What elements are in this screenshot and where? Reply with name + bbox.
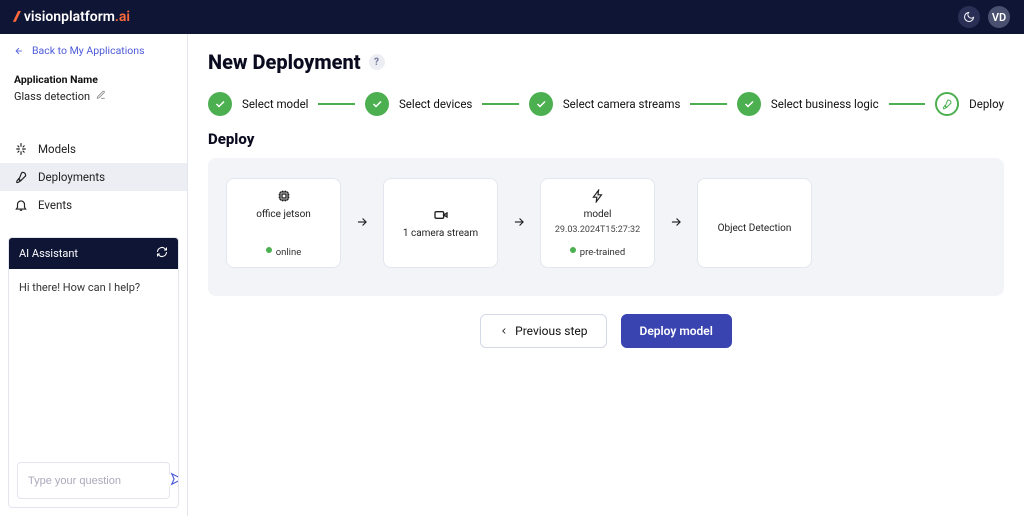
arrow-right-icon [508, 214, 530, 233]
step-connector [889, 103, 925, 105]
arrow-left-icon [14, 46, 24, 56]
ai-assistant-input-wrap [17, 462, 170, 499]
bell-icon [14, 198, 28, 212]
help-button[interactable]: ? [369, 54, 385, 70]
pencil-icon [96, 90, 106, 100]
send-button[interactable] [170, 471, 179, 490]
cpu-icon [276, 188, 292, 204]
sidebar: Back to My Applications Application Name… [0, 34, 188, 516]
check-icon [208, 92, 232, 116]
application-name-label: Application Name [14, 73, 173, 86]
topbar: // visionplatform.ai VD [0, 0, 1024, 34]
business-logic-name: Object Detection [718, 223, 792, 234]
ai-assistant-greeting: Hi there! How can I help? [19, 281, 140, 294]
model-status: pre-trained [580, 247, 625, 258]
step-select-camera-streams[interactable]: Select camera streams [529, 92, 681, 116]
page-title-row: New Deployment ? [208, 50, 1004, 74]
check-icon [365, 92, 389, 116]
step-deploy[interactable]: Deploy [935, 92, 1004, 116]
step-connector [318, 103, 354, 105]
step-label: Select camera streams [563, 97, 681, 111]
brand-logo[interactable]: // visionplatform.ai [14, 9, 130, 25]
step-select-devices[interactable]: Select devices [365, 92, 472, 116]
device-status: online [276, 247, 302, 258]
application-name-value: Glass detection [14, 90, 90, 103]
previous-step-label: Previous step [515, 324, 587, 338]
status-dot-icon [570, 247, 576, 253]
question-icon: ? [374, 57, 379, 68]
step-label: Select model [242, 97, 308, 111]
topbar-right: VD [958, 6, 1010, 28]
theme-toggle-button[interactable] [958, 6, 980, 28]
chevron-left-icon [499, 326, 509, 336]
ai-assistant-title: AI Assistant [19, 247, 78, 260]
ai-assistant-header: AI Assistant [9, 238, 178, 269]
stream-count: 1 camera stream [403, 228, 478, 239]
page-title: New Deployment [208, 50, 361, 74]
rocket-icon [14, 170, 28, 184]
check-icon [529, 92, 553, 116]
section-title: Deploy [208, 130, 1004, 148]
step-label: Select business logic [771, 97, 879, 111]
step-connector [690, 103, 726, 105]
send-icon [170, 472, 179, 486]
deploy-model-button[interactable]: Deploy model [621, 314, 732, 348]
brand-slashes-icon: // [14, 9, 18, 25]
avatar[interactable]: VD [988, 6, 1010, 28]
model-timestamp: 29.03.2024T15:27:32 [555, 225, 640, 235]
arrow-right-icon [351, 214, 373, 233]
stepper: Select model Select devices Select camer… [208, 92, 1004, 116]
brand-name: visionplatform [24, 9, 115, 25]
deploy-summary-stage: office jetson online 1 camera stream mod… [208, 158, 1004, 296]
step-select-business-logic[interactable]: Select business logic [737, 92, 879, 116]
sidebar-item-deployments[interactable]: Deployments [0, 163, 187, 191]
step-label: Deploy [969, 97, 1004, 111]
sidebar-item-label: Deployments [38, 170, 105, 184]
sidebar-item-models[interactable]: Models [0, 135, 187, 163]
step-select-model[interactable]: Select model [208, 92, 308, 116]
arrow-right-icon [665, 214, 687, 233]
sidebar-item-label: Events [38, 198, 72, 212]
refresh-assistant-button[interactable] [156, 246, 168, 261]
rocket-icon [935, 92, 959, 116]
edit-application-name-button[interactable] [96, 90, 106, 103]
sidebar-nav: Models Deployments Events [0, 135, 187, 219]
avatar-initials: VD [992, 11, 1006, 24]
application-name-block: Application Name Glass detection [0, 67, 187, 117]
step-label: Select devices [399, 97, 472, 111]
step-connector [482, 103, 518, 105]
camera-icon [432, 207, 450, 223]
footer-buttons: Previous step Deploy model [208, 314, 1004, 348]
bolt-icon [591, 188, 605, 204]
deploy-model-label: Deploy model [640, 324, 713, 338]
refresh-icon [156, 246, 168, 258]
ai-assistant-panel: AI Assistant Hi there! How can I help? [8, 237, 179, 508]
device-card[interactable]: office jetson online [226, 178, 341, 268]
back-to-applications-link[interactable]: Back to My Applications [0, 34, 187, 67]
ai-assistant-body: Hi there! How can I help? [9, 269, 178, 454]
business-logic-card[interactable]: Object Detection [697, 178, 812, 268]
ai-assistant-input[interactable] [28, 475, 170, 487]
check-icon [737, 92, 761, 116]
back-link-label: Back to My Applications [32, 44, 145, 57]
stream-card[interactable]: 1 camera stream [383, 178, 498, 268]
previous-step-button[interactable]: Previous step [480, 314, 606, 348]
sparkle-icon [14, 142, 28, 156]
sidebar-item-label: Models [38, 142, 76, 156]
brand-suffix: .ai [115, 9, 130, 25]
status-dot-icon [266, 247, 272, 253]
device-name: office jetson [256, 209, 311, 220]
model-name: model [584, 209, 612, 220]
main-content: New Deployment ? Select model Select dev… [188, 34, 1024, 516]
sidebar-item-events[interactable]: Events [0, 191, 187, 219]
model-card[interactable]: model 29.03.2024T15:27:32 pre-trained [540, 178, 655, 268]
moon-icon [963, 11, 975, 23]
